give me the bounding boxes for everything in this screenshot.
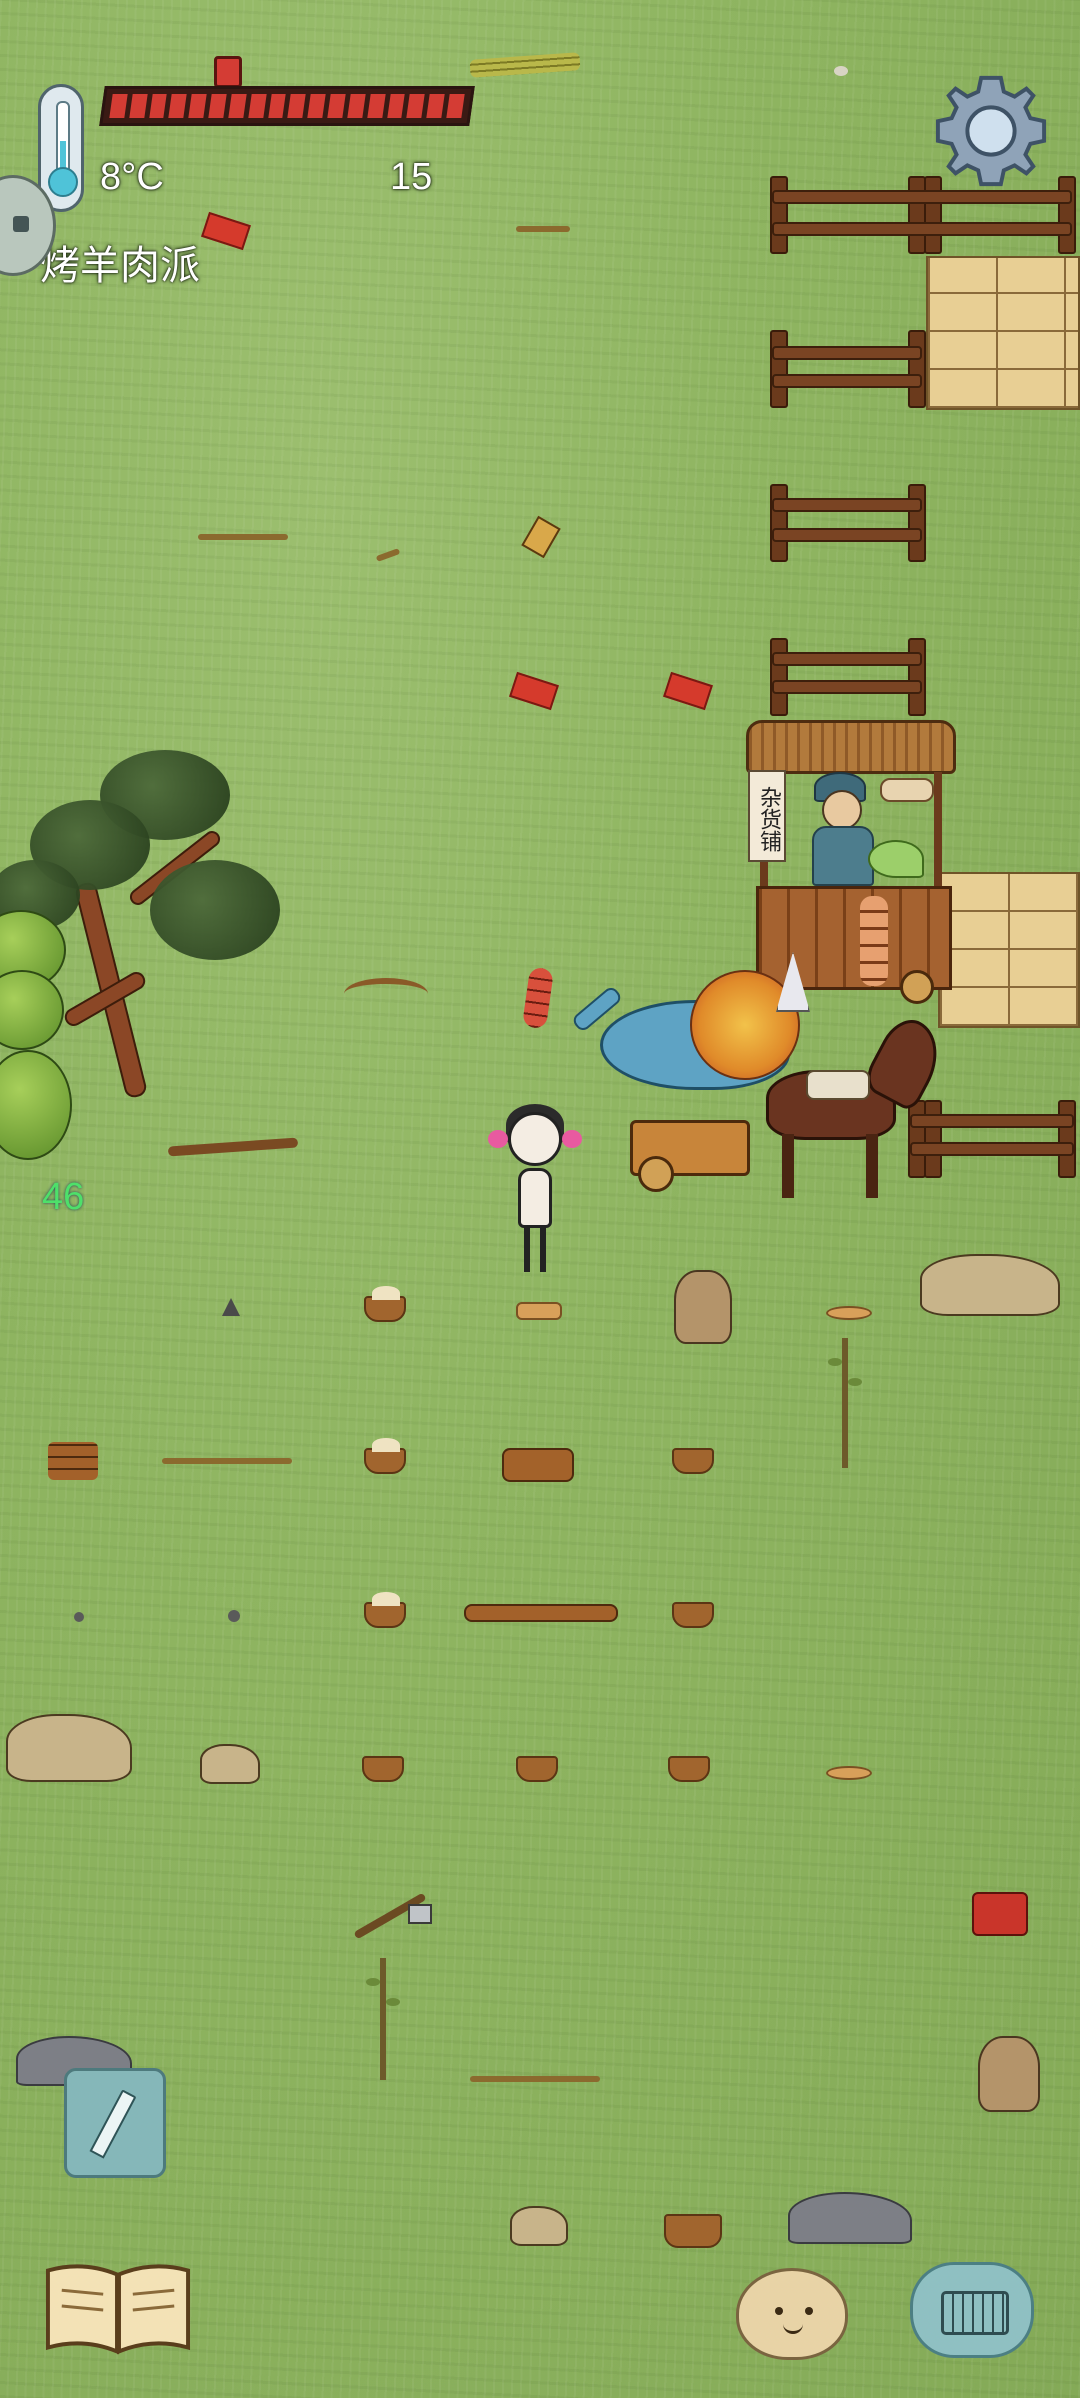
stall-sign: 杂货铺 [748, 770, 786, 862]
mushroom-pile[interactable] [200, 1744, 260, 1784]
sausage-string[interactable] [521, 966, 555, 1030]
item-pile[interactable] [6, 1714, 132, 1782]
woven-basket[interactable] [516, 1756, 558, 1782]
book-icon[interactable] [44, 2260, 192, 2356]
red-envelope[interactable] [201, 211, 251, 251]
red-envelope[interactable] [663, 671, 713, 711]
health-segment [228, 94, 247, 118]
stone-wall-upper [926, 256, 1080, 410]
temperature-readout: 8°C [100, 156, 164, 198]
health-segment [188, 94, 207, 118]
health-bar [99, 86, 475, 126]
stick[interactable] [375, 548, 401, 562]
sapling[interactable] [366, 1958, 400, 2080]
health-segment [386, 94, 406, 118]
health-segment [287, 94, 306, 118]
woven-basket[interactable] [672, 1602, 714, 1628]
woven-basket[interactable] [664, 2214, 722, 2248]
recipe-label[interactable]: 烤羊肉派 [40, 233, 200, 291]
fur-bag[interactable] [978, 2036, 1040, 2112]
stick[interactable] [198, 534, 288, 540]
health-segment [248, 94, 267, 118]
red-envelope[interactable] [509, 671, 559, 711]
sapling[interactable] [828, 1338, 862, 1468]
crossbow[interactable] [344, 978, 428, 1010]
stick[interactable] [162, 1458, 292, 1464]
gear-icon[interactable] [932, 72, 1050, 190]
boulder[interactable] [788, 2192, 912, 2244]
axe-head [408, 1904, 432, 1924]
health-segment [367, 94, 386, 118]
stick[interactable] [516, 226, 570, 232]
health-segment [347, 94, 366, 118]
potato-face-icon[interactable] [736, 2268, 848, 2360]
torch-item[interactable] [521, 515, 561, 559]
stick[interactable] [470, 2076, 600, 2082]
keyboard-button[interactable] [910, 2262, 1034, 2358]
health-segment [208, 94, 227, 118]
floating-number: 46 [42, 1176, 85, 1218]
health-segment [168, 94, 187, 118]
bread-slice[interactable] [516, 1302, 562, 1320]
woven-basket[interactable] [362, 1756, 404, 1782]
wood-log[interactable] [502, 1448, 574, 1482]
mushroom-pile[interactable] [510, 2206, 568, 2246]
day-counter: 15 [390, 156, 433, 198]
bamboo-bundle[interactable] [469, 52, 581, 78]
brown-horse[interactable] [756, 1010, 953, 1200]
item-pile[interactable] [920, 1254, 1060, 1316]
pencil-button[interactable] [64, 2068, 166, 2178]
health-segment [148, 94, 168, 118]
red-cloth-stack[interactable] [972, 1892, 1028, 1936]
egg-basket[interactable] [364, 1438, 406, 1474]
flatbread[interactable] [826, 1766, 872, 1780]
fan-leaf [868, 840, 924, 878]
pebble[interactable] [74, 1612, 84, 1622]
health-segment [267, 94, 287, 118]
woven-basket[interactable] [668, 1756, 710, 1782]
small-stone[interactable] [834, 66, 848, 76]
fur-bag[interactable] [674, 1270, 732, 1344]
health-segment [327, 94, 346, 118]
flint[interactable] [222, 1298, 240, 1316]
pebble[interactable] [228, 1610, 240, 1622]
egg-basket[interactable] [364, 1592, 406, 1628]
health-bar-cap-icon [214, 56, 242, 88]
health-segment [406, 94, 425, 118]
player-character[interactable] [480, 1100, 590, 1276]
cart-wheel [638, 1156, 674, 1192]
health-segment [446, 94, 465, 118]
health-segment [109, 94, 128, 118]
health-segment [129, 94, 148, 118]
firewood-bundle[interactable] [48, 1442, 98, 1480]
health-segment [426, 94, 445, 118]
fallen-branch[interactable] [167, 1137, 299, 1157]
woven-basket[interactable] [672, 1448, 714, 1474]
hanging-sausages [860, 896, 888, 986]
keyboard-icon [941, 2291, 1009, 2335]
flatbread[interactable] [826, 1306, 872, 1320]
health-segment [307, 94, 326, 118]
long-log[interactable] [464, 1604, 618, 1622]
pencil-icon [89, 2089, 137, 2159]
egg-basket[interactable] [364, 1286, 406, 1322]
